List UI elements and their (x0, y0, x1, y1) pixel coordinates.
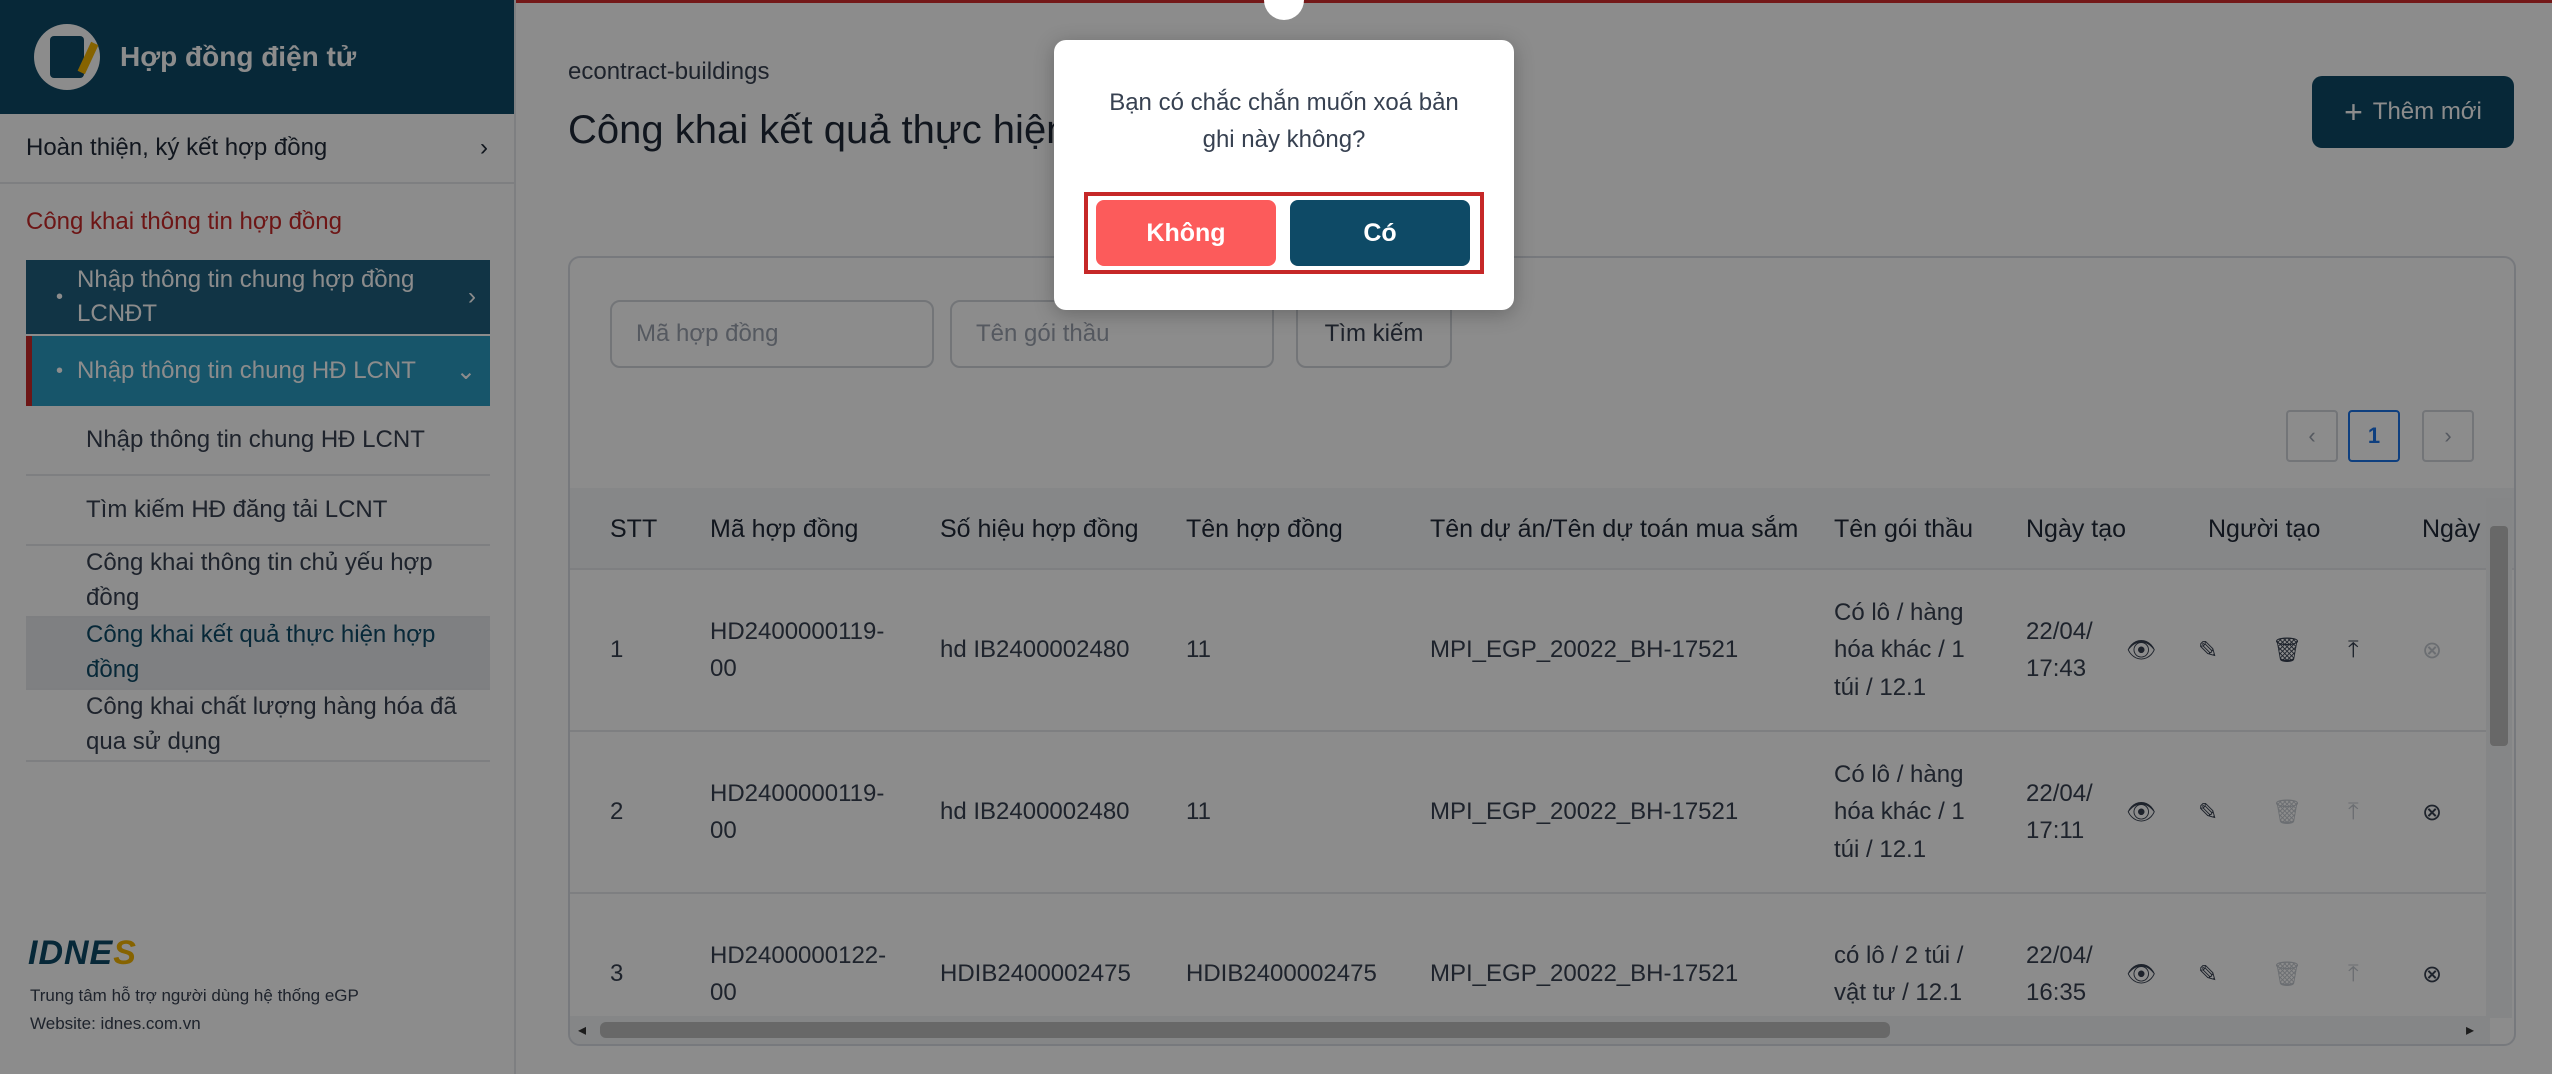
confirm-delete-dialog: Bạn có chắc chắn muốn xoá bản ghi này kh… (1054, 40, 1514, 310)
dialog-message: Bạn có chắc chắn muốn xoá bản ghi này kh… (1109, 89, 1459, 154)
confirm-button[interactable]: Có (1290, 200, 1470, 266)
cancel-button[interactable]: Không (1096, 200, 1276, 266)
